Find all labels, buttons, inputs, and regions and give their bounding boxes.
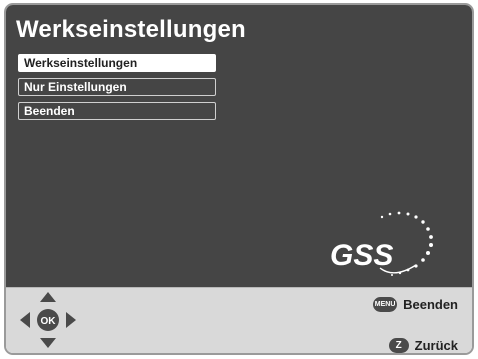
exit-hint[interactable]: MENU Beenden xyxy=(373,297,458,312)
menu-item-nur-einstellungen[interactable]: Nur Einstellungen xyxy=(18,78,216,96)
menu-item-werkseinstellungen[interactable]: Werkseinstellungen xyxy=(18,54,216,72)
dpad-icon[interactable]: OK xyxy=(19,291,77,349)
menu-button-icon: MENU xyxy=(373,297,398,312)
main-area: Werkseinstellungen Werkseinstellungen Nu… xyxy=(6,5,472,287)
back-label: Zurück xyxy=(414,338,458,353)
gss-logo: GSS xyxy=(330,211,433,276)
tv-screen: Werkseinstellungen Werkseinstellungen Nu… xyxy=(4,3,474,355)
page-title: Werkseinstellungen xyxy=(16,16,246,43)
exit-label: Beenden xyxy=(403,297,458,312)
menu-item-beenden[interactable]: Beenden xyxy=(18,102,216,120)
logo-text: GSS xyxy=(330,239,393,272)
ok-label: OK xyxy=(41,316,57,327)
z-button-icon: Z xyxy=(388,338,409,353)
footer-bar: OK MENU Beenden Z Zurück xyxy=(6,287,472,353)
back-hint[interactable]: Z Zurück xyxy=(388,338,458,353)
